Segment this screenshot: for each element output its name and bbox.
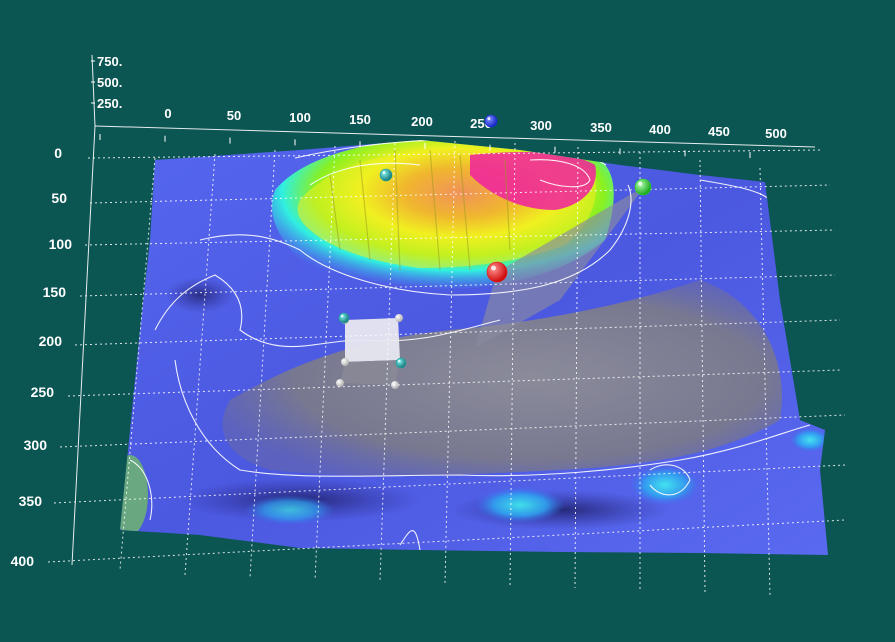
marker-highlight <box>638 181 643 186</box>
y-tick-label: 100 <box>49 236 73 252</box>
y-tick-label: 250 <box>31 384 55 400</box>
marker-highlight <box>491 265 496 271</box>
cyan-marker-2[interactable] <box>338 312 350 324</box>
x-tick-label: 450 <box>708 124 730 139</box>
x-tick-label: 200 <box>411 114 433 129</box>
marker-highlight <box>382 171 386 175</box>
blue-marker[interactable] <box>484 114 498 128</box>
x-tick-label: 150 <box>349 112 371 127</box>
cube-marker[interactable] <box>336 314 403 389</box>
y-tick-label: 300 <box>24 437 48 453</box>
x-axis-ticks: 0 50 100 150 200 250 300 350 400 450 500 <box>164 106 786 141</box>
y-tick-label: 50 <box>51 190 67 206</box>
marker-highlight <box>487 117 491 121</box>
z-tick-label: 250. <box>97 96 122 111</box>
cyan-marker-3[interactable] <box>395 357 407 369</box>
x-tick-label: 350 <box>590 120 612 135</box>
green-marker[interactable] <box>634 178 652 196</box>
cyan-marker-1[interactable] <box>379 168 393 182</box>
surface <box>120 140 828 555</box>
red-marker[interactable] <box>486 261 508 283</box>
x-tick-label: 50 <box>227 108 241 123</box>
x-tick-label: 500 <box>765 126 787 141</box>
marker-highlight <box>341 314 344 318</box>
x-tick-label: 400 <box>649 122 671 137</box>
y-tick-label: 0 <box>54 145 62 161</box>
y-tick-label: 350 <box>19 493 43 509</box>
z-axis-ticks: 250. 500. 750. <box>91 54 122 111</box>
y-tick-label: 150 <box>43 284 67 300</box>
z-tick-label: 500. <box>97 75 122 90</box>
x-tick-label: 300 <box>530 118 552 133</box>
surface-plot[interactable]: 0 50 100 150 200 250 300 350 400 450 500 0 50 100 150… <box>0 0 895 642</box>
x-tick-label: 0 <box>164 106 171 121</box>
marker-highlight <box>398 359 401 363</box>
z-tick-label: 750. <box>97 54 122 69</box>
y-tick-label: 200 <box>39 333 63 349</box>
x-tick-label: 100 <box>289 110 311 125</box>
y-axis-ticks: 0 50 100 150 200 250 300 350 400 <box>11 145 73 569</box>
y-tick-label: 400 <box>11 553 35 569</box>
